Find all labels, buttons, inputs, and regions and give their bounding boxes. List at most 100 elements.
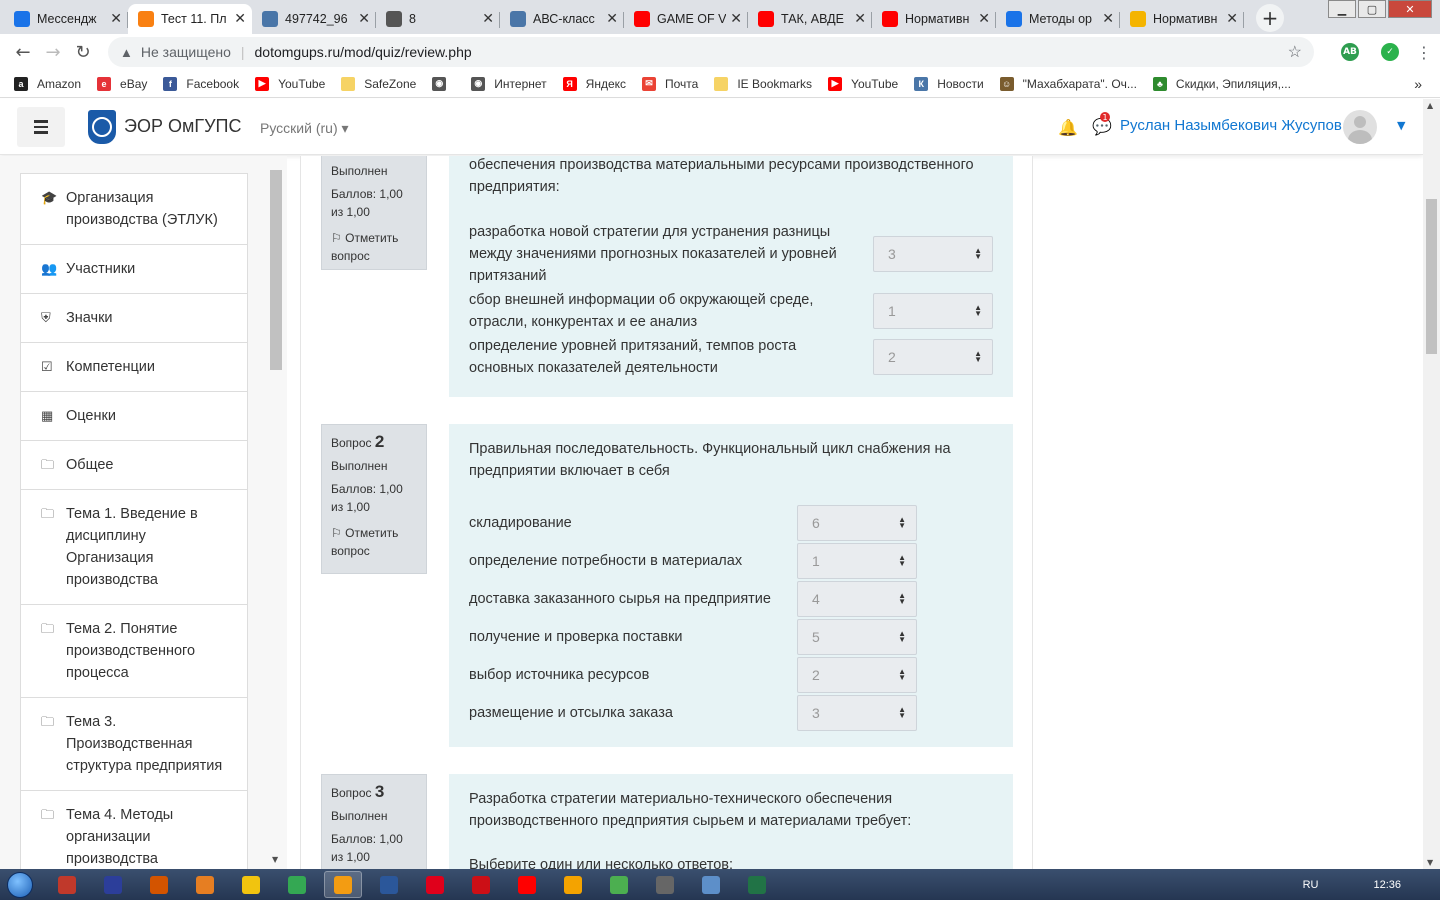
browser-tab[interactable]: Методы ор ✕ [996, 4, 1120, 34]
reload-icon[interactable]: ↻ [68, 42, 98, 63]
browser-tab[interactable]: Тест 11. Пл ✕ [128, 4, 252, 34]
taskbar-app[interactable] [232, 871, 270, 898]
sidebar-item[interactable]: ▦ Оценки [21, 392, 247, 441]
site-name[interactable]: ЭОР ОмГУПС [124, 116, 241, 137]
bookmark-item[interactable]: Я Яндекс [562, 76, 626, 91]
browser-menu-icon[interactable]: ⋮ [1416, 43, 1432, 62]
sidebar-item[interactable]: 🗀 Тема 1. Введение в дисциплину Организац… [21, 490, 247, 605]
browser-tab[interactable]: АВС-класс ✕ [500, 4, 624, 34]
page-scrollbar[interactable]: ▲ ▼ [1423, 99, 1440, 869]
match-select[interactable]: 2 ▲ ▼ [873, 339, 993, 375]
taskbar-app[interactable] [646, 871, 684, 898]
drawer-scrollbar-thumb[interactable] [270, 170, 282, 370]
taskbar-app[interactable] [48, 871, 86, 898]
tab-close-icon[interactable]: ✕ [978, 11, 990, 27]
bookmarks-more-icon[interactable]: » [1414, 76, 1422, 92]
user-name[interactable]: Руслан Назымбекович Жусупов [1120, 117, 1342, 134]
sidebar-item[interactable]: 🗀 Тема 2. Понятие производственного проце… [21, 605, 247, 698]
bookmark-item[interactable]: ◉ [432, 76, 455, 91]
back-icon[interactable]: ← [8, 42, 38, 63]
tab-close-icon[interactable]: ✕ [730, 11, 742, 27]
hamburger-menu-button[interactable] [17, 107, 65, 147]
bookmark-item[interactable]: IE Bookmarks [714, 76, 812, 91]
user-menu-chevron-down-icon[interactable]: ▼ [1397, 119, 1405, 132]
tab-close-icon[interactable]: ✕ [358, 11, 370, 27]
sidebar-item[interactable]: 🗀 Тема 4. Методы организации производства [21, 791, 247, 869]
bookmark-item[interactable]: ◉ Интернет [471, 76, 547, 91]
tab-close-icon[interactable]: ✕ [854, 11, 866, 27]
language-menu[interactable]: Русский ‎(ru)‎ ▾ [260, 120, 349, 137]
forward-icon[interactable]: → [38, 42, 68, 63]
browser-tab[interactable]: GAME OF V ✕ [624, 4, 748, 34]
warning-icon[interactable]: ▲ [120, 45, 133, 60]
bookmark-item[interactable]: ✉ Почта [642, 76, 698, 91]
taskbar-app[interactable] [324, 871, 362, 898]
match-select[interactable]: 6 ▲ ▼ [797, 505, 917, 541]
bookmark-item[interactable]: ☺ "Махабхарата". Оч... [999, 76, 1137, 91]
taskbar-app[interactable] [738, 871, 776, 898]
browser-tab[interactable]: Нормативн ✕ [872, 4, 996, 34]
taskbar-app[interactable] [140, 871, 178, 898]
taskbar-app[interactable] [600, 871, 638, 898]
sidebar-item[interactable]: 🎓 Организация производства (ЭТЛУК) [21, 174, 247, 245]
bookmark-item[interactable]: К Новости [914, 76, 984, 91]
start-button[interactable] [0, 869, 40, 900]
page-scrollbar-thumb[interactable] [1426, 199, 1437, 354]
taskbar-app[interactable] [462, 871, 500, 898]
sidebar-item[interactable]: 🗀 Тема 3. Производственная структура пред… [21, 698, 247, 791]
clock[interactable]: 12:36 [1373, 879, 1401, 891]
notifications-bell-icon[interactable]: 🔔 [1058, 118, 1078, 137]
bookmark-item[interactable]: SafeZone [341, 76, 416, 91]
bookmark-star-icon[interactable]: ☆ [1288, 42, 1302, 62]
tab-close-icon[interactable]: ✕ [234, 11, 246, 27]
sidebar-item[interactable]: 🗀 Общее [21, 441, 247, 490]
match-select[interactable]: 1 ▲ ▼ [873, 293, 993, 329]
browser-tab[interactable]: 497742_96 ✕ [252, 4, 376, 34]
bookmark-item[interactable]: f Facebook [163, 76, 239, 91]
match-select[interactable]: 5 ▲ ▼ [797, 619, 917, 655]
bookmark-item[interactable]: a Amazon [14, 76, 81, 91]
shield-extension-icon[interactable]: ✓ [1381, 43, 1399, 61]
drawer-scroll-down-icon[interactable]: ▼ [272, 855, 278, 864]
close-window-button[interactable]: ✕ [1388, 0, 1432, 18]
bookmark-item[interactable]: ▶ YouTube [255, 76, 325, 91]
taskbar-app[interactable] [554, 871, 592, 898]
taskbar-app[interactable] [692, 871, 730, 898]
flag-question-link[interactable]: ⚐ Отметить вопрос [331, 524, 417, 560]
drawer-scrollbar[interactable]: ▼ [270, 170, 284, 866]
taskbar-app[interactable] [186, 871, 224, 898]
taskbar-app[interactable] [416, 871, 454, 898]
tab-close-icon[interactable]: ✕ [606, 11, 618, 27]
url-text[interactable]: dotomgups.ru/mod/quiz/review.php [255, 44, 1288, 60]
match-select[interactable]: 1 ▲ ▼ [797, 543, 917, 579]
tab-close-icon[interactable]: ✕ [1226, 11, 1238, 27]
maximize-button[interactable]: ▢ [1358, 0, 1386, 18]
avatar[interactable] [1343, 110, 1377, 144]
new-tab-button[interactable]: + [1256, 4, 1284, 32]
university-logo-icon[interactable] [88, 110, 116, 144]
browser-tab[interactable]: 8 ✕ [376, 4, 500, 34]
tab-close-icon[interactable]: ✕ [1102, 11, 1114, 27]
scroll-down-icon[interactable]: ▼ [1427, 858, 1433, 867]
flag-question-link[interactable]: ⚐ Отметить вопрос [331, 229, 417, 265]
match-select[interactable]: 3 ▲ ▼ [797, 695, 917, 731]
sidebar-item[interactable]: ⛨ Значки [21, 294, 247, 343]
taskbar-app[interactable] [370, 871, 408, 898]
taskbar-app[interactable] [278, 871, 316, 898]
tab-close-icon[interactable]: ✕ [110, 11, 122, 27]
minimize-button[interactable]: ▁ [1328, 0, 1356, 18]
tab-close-icon[interactable]: ✕ [482, 11, 494, 27]
sidebar-item[interactable]: 👥 Участники [21, 245, 247, 294]
bookmark-item[interactable]: ♣ Скидки, Эпиляция,... [1152, 76, 1291, 91]
match-select[interactable]: 3 ▲ ▼ [873, 236, 993, 272]
browser-tab[interactable]: ТАК, АВДЕ ✕ [748, 4, 872, 34]
not-secure-label[interactable]: Не защищено [141, 44, 231, 60]
messages-icon[interactable]: 💬 1 [1092, 112, 1112, 136]
sidebar-item[interactable]: ☑ Компетенции [21, 343, 247, 392]
taskbar-app[interactable] [94, 871, 132, 898]
bookmark-item[interactable]: ▶ YouTube [828, 76, 898, 91]
browser-tab[interactable]: Нормативн ✕ [1120, 4, 1244, 34]
match-select[interactable]: 2 ▲ ▼ [797, 657, 917, 693]
taskbar-app[interactable] [508, 871, 546, 898]
omnibox[interactable]: ▲ Не защищено | dotomgups.ru/mod/quiz/re… [108, 37, 1314, 67]
